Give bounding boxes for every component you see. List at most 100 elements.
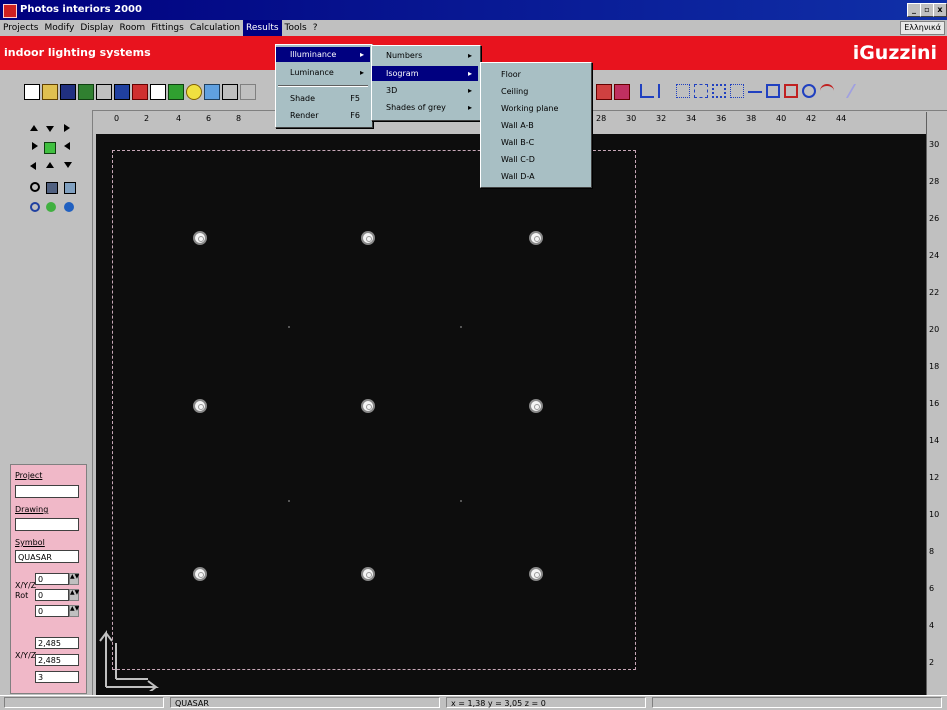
plant-icon[interactable] <box>168 84 184 100</box>
ruler-right-tick: 6 <box>929 584 935 593</box>
menu-item-shades-of-grey[interactable]: Shades of grey ▸ <box>372 100 478 115</box>
menu-item-floor[interactable]: Floor <box>481 67 589 82</box>
ruler-top-tick: 32 <box>656 114 667 123</box>
luminaire-symbol[interactable] <box>361 567 375 581</box>
delete-icon[interactable] <box>596 84 612 100</box>
pos-x-field[interactable]: 2,485 <box>35 637 79 649</box>
rot-y-field[interactable]: 0 <box>35 589 69 601</box>
hline-icon[interactable] <box>748 91 762 93</box>
arrow-left-icon[interactable] <box>64 142 70 150</box>
menu-item-ceiling[interactable]: Ceiling <box>481 84 589 99</box>
rot-x-spinner[interactable]: ▲▼ <box>69 573 79 585</box>
rotation-label: X/Y/Z Rot <box>15 581 37 600</box>
arrow-down-icon[interactable] <box>46 126 54 132</box>
cut-icon[interactable] <box>614 84 630 100</box>
menu-display[interactable]: Display <box>77 20 116 36</box>
layer-icon[interactable] <box>114 84 130 100</box>
menu-item-numbers[interactable]: Numbers ▸ <box>372 48 478 63</box>
save-icon[interactable] <box>60 84 76 100</box>
luminaire-symbol[interactable] <box>361 231 375 245</box>
grid-snap-icon[interactable] <box>712 84 726 98</box>
menu-calculation[interactable]: Calculation <box>187 20 243 36</box>
luminaire-symbol[interactable] <box>193 231 207 245</box>
menu-projects[interactable]: Projects <box>0 20 41 36</box>
menu-item-shade[interactable]: Shade F5 <box>276 91 370 106</box>
arrow-down-right-icon[interactable] <box>64 162 72 168</box>
symbol-field[interactable]: QUASAR <box>15 550 79 563</box>
menu-item-3d[interactable]: 3D ▸ <box>372 83 478 98</box>
menu-help[interactable]: ? <box>310 20 321 36</box>
luminaire-symbol[interactable] <box>361 399 375 413</box>
menu-item-luminance[interactable]: Luminance ▸ <box>276 65 370 80</box>
new-file-icon[interactable] <box>24 84 40 100</box>
minimize-button[interactable]: _ <box>907 3 921 17</box>
snap-icon[interactable] <box>694 84 708 98</box>
zoom-window-icon[interactable] <box>46 182 58 194</box>
app-icon[interactable] <box>3 4 17 18</box>
rotate-right-icon[interactable] <box>64 202 74 212</box>
luminaire-symbol[interactable] <box>193 399 207 413</box>
rot-z-spinner[interactable]: ▲▼ <box>69 605 79 617</box>
drawing-field[interactable] <box>15 518 79 531</box>
grid-marker <box>460 326 462 328</box>
drawing-canvas[interactable] <box>96 134 926 695</box>
rotate-icon[interactable] <box>46 202 56 212</box>
vertical-line-icon[interactable] <box>658 84 672 98</box>
luminaire-symbol[interactable] <box>529 567 543 581</box>
text-tool-icon[interactable] <box>222 84 238 100</box>
menu-tools[interactable]: Tools <box>282 20 310 36</box>
zoom-extents-icon[interactable] <box>64 182 76 194</box>
zoom-icon[interactable] <box>30 182 40 192</box>
arrow-up-right-icon[interactable] <box>64 124 70 132</box>
menu-modify[interactable]: Modify <box>41 20 77 36</box>
window-icon[interactable] <box>204 84 220 100</box>
arrow-down-left-icon[interactable] <box>30 162 36 170</box>
luminaire-symbol[interactable] <box>529 399 543 413</box>
maximize-button[interactable]: ▫ <box>920 3 934 17</box>
menu-item-isogram[interactable]: Isogram ▸ <box>372 66 478 81</box>
menu-item-illuminance[interactable]: Illuminance ▸ <box>276 47 370 62</box>
menu-item-wall-b-c[interactable]: Wall B-C <box>481 135 589 150</box>
luminaire-symbol[interactable] <box>529 231 543 245</box>
rot-z-field[interactable]: 0 <box>35 605 69 617</box>
rectangle-red-icon[interactable] <box>784 84 798 98</box>
arrow-right-icon[interactable] <box>32 142 38 150</box>
object-icon[interactable] <box>132 84 148 100</box>
menu-item-working-plane[interactable]: Working plane <box>481 101 589 116</box>
pos-z-field[interactable]: 3 <box>35 671 79 683</box>
room-icon[interactable] <box>96 84 112 100</box>
menu-room[interactable]: Room <box>117 20 149 36</box>
hatch-icon[interactable] <box>833 84 857 98</box>
dots-icon[interactable] <box>730 84 744 98</box>
center-icon[interactable] <box>44 142 56 154</box>
pos-y-field[interactable]: 2,485 <box>35 654 79 666</box>
table-icon[interactable] <box>676 84 690 98</box>
rectangle-icon[interactable] <box>766 84 780 98</box>
menu-item-wall-a-b[interactable]: Wall A-B <box>481 118 589 133</box>
status-extra <box>652 697 942 708</box>
arrow-up-icon[interactable] <box>46 162 54 168</box>
symbol-label: Symbol <box>15 538 45 547</box>
page-icon[interactable] <box>150 84 166 100</box>
menu-fittings[interactable]: Fittings <box>148 20 187 36</box>
circle-icon[interactable] <box>802 84 816 98</box>
menu-item-wall-d-a[interactable]: Wall D-A <box>481 169 589 184</box>
rot-x-field[interactable]: 0 <box>35 573 69 585</box>
language-selector[interactable]: Ελληνικά <box>900 21 945 35</box>
arc-icon[interactable] <box>820 84 834 98</box>
grid-icon[interactable] <box>240 84 256 100</box>
arrow-up-left-icon[interactable] <box>30 125 38 131</box>
project-field[interactable] <box>15 485 79 498</box>
properties-panel: Project Drawing Symbol QUASAR X/Y/Z Rot … <box>10 464 87 694</box>
open-folder-icon[interactable] <box>42 84 58 100</box>
rotate-left-icon[interactable] <box>30 202 40 212</box>
close-button[interactable]: x <box>933 3 947 17</box>
menu-item-wall-c-d[interactable]: Wall C-D <box>481 152 589 167</box>
lamp-icon[interactable] <box>186 84 202 100</box>
fixture-icon[interactable] <box>78 84 94 100</box>
menu-results[interactable]: Results <box>243 20 282 36</box>
line-tool-icon[interactable] <box>640 84 654 98</box>
rot-y-spinner[interactable]: ▲▼ <box>69 589 79 601</box>
luminaire-symbol[interactable] <box>193 567 207 581</box>
menu-item-render[interactable]: Render F6 <box>276 108 370 123</box>
